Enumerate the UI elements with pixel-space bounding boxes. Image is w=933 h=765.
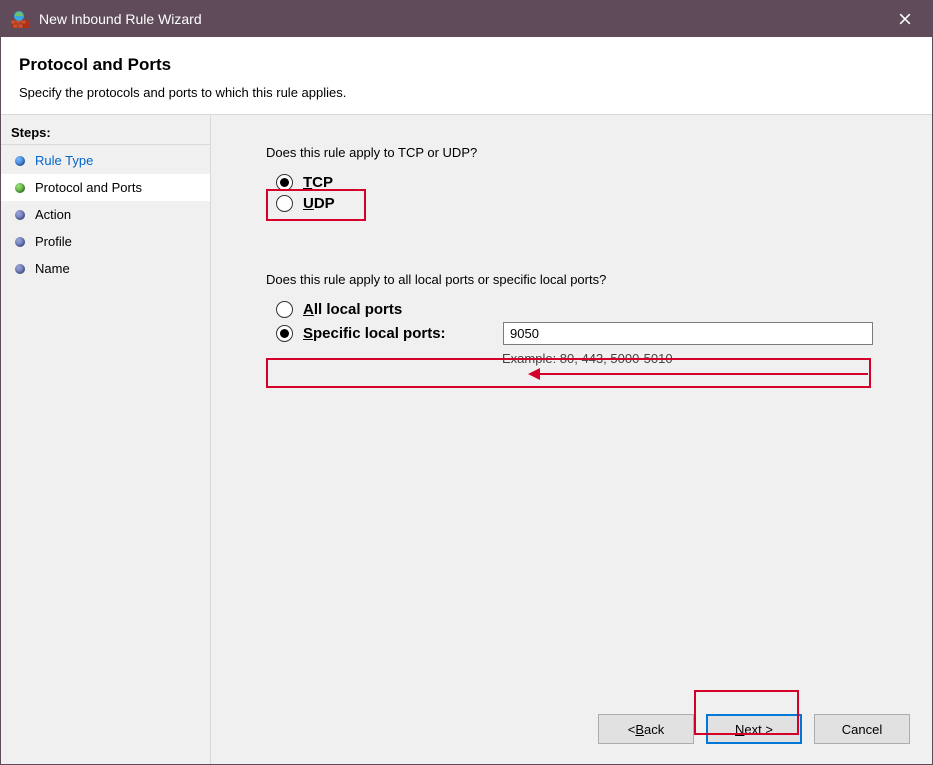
back-button[interactable]: < Back	[598, 714, 694, 744]
steps-sidebar: Steps: Rule Type Protocol and Ports Acti…	[1, 115, 211, 764]
step-name[interactable]: Name	[1, 255, 210, 282]
step-profile[interactable]: Profile	[1, 228, 210, 255]
radio-icon	[276, 195, 293, 212]
titlebar: New Inbound Rule Wizard	[1, 1, 932, 37]
step-label: Name	[35, 261, 70, 276]
step-protocol-and-ports[interactable]: Protocol and Ports	[1, 174, 210, 201]
step-label: Profile	[35, 234, 72, 249]
steps-heading: Steps:	[1, 121, 210, 145]
radio-icon	[276, 174, 293, 191]
radio-tcp[interactable]: TCP	[276, 174, 932, 191]
step-label: Action	[35, 207, 71, 222]
step-label: Rule Type	[35, 153, 93, 168]
wizard-window: New Inbound Rule Wizard Protocol and Por…	[0, 0, 933, 765]
step-label: Protocol and Ports	[35, 180, 142, 195]
cancel-button[interactable]: Cancel	[814, 714, 910, 744]
radio-udp[interactable]: UDP	[276, 195, 932, 212]
radio-specific-local-ports[interactable]: Specific local ports:	[276, 322, 932, 345]
bullet-icon	[15, 156, 25, 166]
radio-icon	[276, 301, 293, 318]
wizard-content: Does this rule apply to TCP or UDP? TCP …	[211, 115, 932, 764]
question-ports: Does this rule apply to all local ports …	[266, 272, 932, 287]
page-subtitle: Specify the protocols and ports to which…	[19, 85, 914, 100]
next-button[interactable]: Next >	[706, 714, 802, 744]
step-action[interactable]: Action	[1, 201, 210, 228]
close-button[interactable]	[882, 1, 928, 37]
bullet-icon	[15, 210, 25, 220]
wizard-header: Protocol and Ports Specify the protocols…	[1, 37, 932, 115]
question-protocol: Does this rule apply to TCP or UDP?	[266, 145, 932, 160]
radio-icon	[276, 325, 293, 342]
bullet-icon	[15, 183, 25, 193]
bullet-icon	[15, 237, 25, 247]
bullet-icon	[15, 264, 25, 274]
firewall-icon	[11, 10, 29, 28]
ports-example: Example: 80, 443, 5000-5010	[502, 351, 932, 366]
wizard-buttons: < Back Next > Cancel	[598, 714, 910, 744]
step-rule-type[interactable]: Rule Type	[1, 147, 210, 174]
page-title: Protocol and Ports	[19, 55, 914, 75]
specific-ports-input[interactable]	[503, 322, 873, 345]
annotation-arrow	[538, 373, 868, 375]
wizard-body: Steps: Rule Type Protocol and Ports Acti…	[1, 115, 932, 764]
radio-all-local-ports[interactable]: All local ports	[276, 301, 932, 318]
window-title: New Inbound Rule Wizard	[39, 11, 882, 27]
